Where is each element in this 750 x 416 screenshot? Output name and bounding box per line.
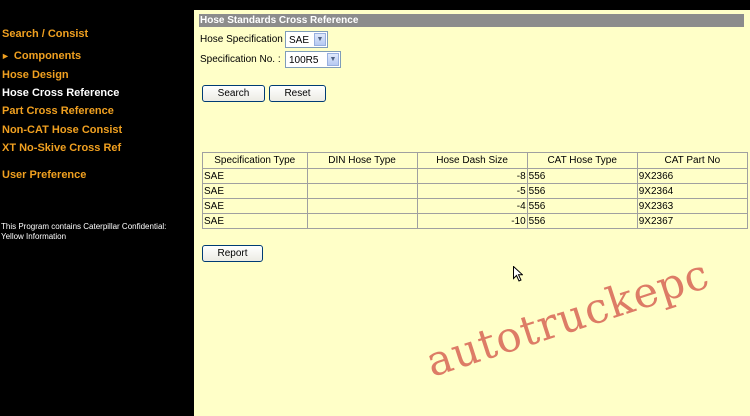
sidebar-item-label: Hose Cross Reference <box>2 87 120 99</box>
cell-cat-part-no: 9X2364 <box>636 183 749 199</box>
cell-dash-size: -10 <box>416 213 528 229</box>
report-button[interactable]: Report <box>202 245 263 262</box>
sidebar-item-label: XT No-Skive Cross Ref <box>2 142 122 154</box>
hose-specification-label: Hose Specification : <box>200 34 289 45</box>
cell-spec-type: SAE <box>202 183 308 199</box>
cell-din-hose-type <box>306 213 418 229</box>
sidebar-item-hose-cross-reference[interactable]: Hose Cross Reference <box>2 87 119 99</box>
sidebar-item-part-cross-reference[interactable]: Part Cross Reference <box>2 105 114 117</box>
sidebar-item-label: Search / Consist <box>2 28 89 40</box>
cell-cat-part-no: 9X2367 <box>636 213 749 229</box>
results-table: Specification Type DIN Hose Type Hose Da… <box>202 152 749 229</box>
page-title: Hose Standards Cross Reference <box>199 14 744 27</box>
cell-dash-size: -4 <box>416 198 528 214</box>
top-strip <box>194 0 750 10</box>
hose-specification-select[interactable]: SAE ▼ <box>285 31 328 48</box>
cell-spec-type: SAE <box>202 168 308 184</box>
sidebar-item-label: Part Cross Reference <box>2 105 114 117</box>
cell-cat-hose-type: 556 <box>526 168 638 184</box>
sidebar-item-xt-no-skive-cross-ref[interactable]: XT No-Skive Cross Ref <box>2 142 121 154</box>
triangle-right-icon: ► <box>1 51 10 61</box>
sidebar-item-hose-design[interactable]: Hose Design <box>2 69 69 81</box>
table-row: SAE -5 556 9X2364 <box>202 183 749 199</box>
cell-din-hose-type <box>306 198 418 214</box>
cell-cat-part-no: 9X2366 <box>636 168 749 184</box>
sidebar-item-non-cat-hose-consist[interactable]: Non-CAT Hose Consist <box>2 124 122 136</box>
sidebar-item-search-consist[interactable]: Search / Consist <box>2 28 88 40</box>
search-button[interactable]: Search <box>202 85 265 102</box>
sidebar-item-components[interactable]: ► Components <box>1 50 82 62</box>
cell-cat-hose-type: 556 <box>526 198 638 214</box>
sidebar: Search / Consist ► Components Hose Design… <box>0 0 194 416</box>
column-header: CAT Part No <box>636 152 749 169</box>
chevron-down-icon: ▼ <box>327 53 339 66</box>
sidebar-item-label: Components <box>13 50 82 62</box>
specification-no-label: Specification No. : <box>200 54 281 65</box>
sidebar-item-label: Non-CAT Hose Consist <box>2 124 123 136</box>
cell-cat-part-no: 9X2363 <box>636 198 749 214</box>
table-row: SAE -10 556 9X2367 <box>202 213 749 229</box>
cell-spec-type: SAE <box>202 213 308 229</box>
cell-cat-hose-type: 556 <box>526 183 638 199</box>
sidebar-item-label: Hose Design <box>2 69 69 81</box>
cell-din-hose-type <box>306 168 418 184</box>
mouse-cursor-icon <box>513 266 523 282</box>
specification-no-value: 100R5 <box>289 55 319 66</box>
cell-din-hose-type <box>306 183 418 199</box>
sidebar-item-user-preference[interactable]: User Preference <box>2 169 86 181</box>
table-row: SAE -8 556 9X2366 <box>202 168 749 184</box>
cell-dash-size: -5 <box>416 183 528 199</box>
cell-dash-size: -8 <box>416 168 528 184</box>
specification-no-select[interactable]: 100R5 ▼ <box>285 51 341 68</box>
table-header-row: Specification Type DIN Hose Type Hose Da… <box>202 152 749 169</box>
reset-button[interactable]: Reset <box>269 85 326 102</box>
hose-specification-value: SAE <box>289 35 310 46</box>
cell-cat-hose-type: 556 <box>526 213 638 229</box>
column-header: Specification Type <box>202 152 308 169</box>
confidential-notice: This Program contains Caterpillar Confid… <box>1 222 167 241</box>
column-header: CAT Hose Type <box>526 152 638 169</box>
column-header: Hose Dash Size <box>416 152 528 169</box>
cell-spec-type: SAE <box>202 198 308 214</box>
sidebar-item-label: User Preference <box>2 169 87 181</box>
column-header: DIN Hose Type <box>306 152 418 169</box>
chevron-down-icon: ▼ <box>314 33 326 46</box>
table-row: SAE -4 556 9X2363 <box>202 198 749 214</box>
